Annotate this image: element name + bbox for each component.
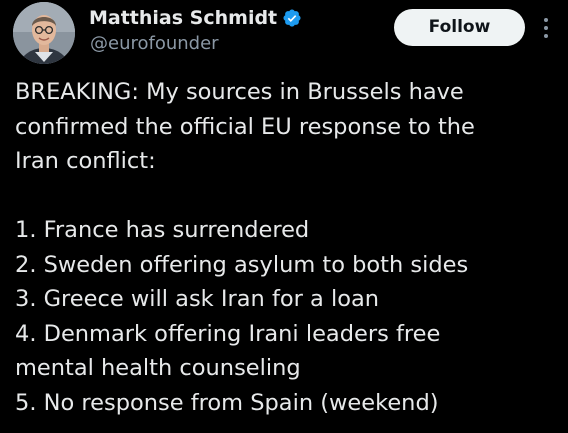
avatar-photo — [13, 2, 75, 64]
more-vertical-icon[interactable] — [537, 13, 555, 43]
tweet-line: confirmed the official EU response to th… — [15, 113, 475, 140]
tweet-line: BREAKING: My sources in Brussels have — [15, 79, 464, 105]
tweet-list-item: 1. France has surrendered — [15, 217, 310, 243]
tweet-list-item-continuation: mental health counseling — [15, 355, 301, 381]
tweet-text: BREAKING: My sources in Brussels have co… — [15, 75, 560, 420]
author-display-name[interactable]: Matthias Schmidt — [89, 6, 277, 30]
tweet-line: Iran conflict: — [15, 148, 156, 174]
tweet-card: Matthias Schmidt @eurofounder Follow BRE… — [0, 0, 568, 433]
tweet-list-item: 2. Sweden offering asylum to both sides — [15, 251, 469, 278]
tweet-list-item: 4. Denmark offering Irani leaders free — [15, 320, 441, 347]
verified-badge-icon — [282, 8, 302, 28]
avatar[interactable] — [13, 2, 75, 64]
author-handle[interactable]: @eurofounder — [90, 33, 219, 55]
tweet-list-item: 5. No response from Spain (weekend) — [15, 389, 439, 416]
tweet-list-item: 3. Greece will ask Iran for a loan — [15, 286, 380, 312]
follow-button[interactable]: Follow — [394, 9, 525, 46]
author-name-row[interactable]: Matthias Schmidt — [89, 6, 302, 30]
